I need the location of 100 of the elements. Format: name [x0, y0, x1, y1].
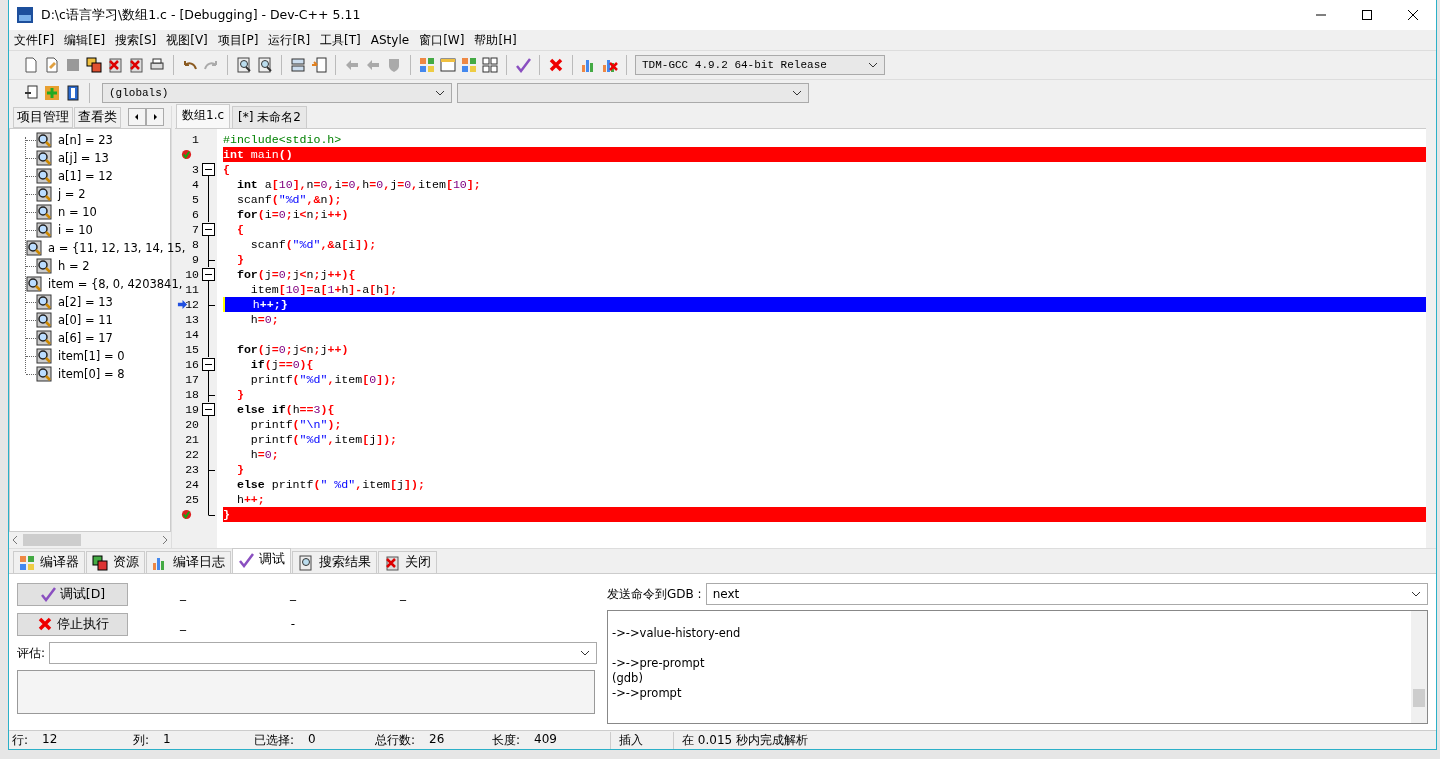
document-x-icon[interactable]: [128, 57, 144, 73]
line-number: 25: [185, 493, 199, 506]
watch-icon: [36, 150, 52, 166]
code-line: else printf(" %d",item[j]);: [235, 478, 425, 491]
menu-item[interactable]: 视图[V]: [166, 31, 208, 49]
compiler-dropdown[interactable]: TDM-GCC 4.9.2 64-bit Release: [635, 55, 885, 75]
panel-tab[interactable]: 调试: [232, 548, 291, 573]
menu-item[interactable]: 工具[T]: [320, 31, 361, 49]
plus-icon[interactable]: [44, 85, 60, 101]
watch-variable[interactable]: n = 10: [58, 205, 97, 219]
panel-tab[interactable]: 查看类: [74, 106, 121, 128]
panel-tab[interactable]: 编译器: [13, 551, 85, 573]
scope-dropdown[interactable]: (globals): [102, 83, 452, 103]
line-number: 14: [185, 328, 199, 341]
document-x-icon: [384, 554, 400, 571]
watch-variable[interactable]: item = {8, 0, 4203841,: [48, 277, 183, 291]
line-number: 3: [192, 163, 199, 176]
menu-item[interactable]: 搜索[S]: [115, 31, 157, 49]
grid-icon[interactable]: [482, 57, 498, 73]
split-icon[interactable]: [311, 57, 327, 73]
menu-item[interactable]: 帮助[H]: [474, 31, 517, 49]
menu-item[interactable]: 编辑[E]: [64, 31, 106, 49]
collapse-icon[interactable]: [202, 402, 215, 417]
gdb-command-label: 发送命令到GDB :: [607, 585, 702, 603]
panel-tab[interactable]: 资源: [86, 551, 145, 573]
panel-tab[interactable]: 关闭: [378, 551, 437, 573]
watch-icon: [36, 366, 52, 382]
menu-item[interactable]: 文件[F]: [14, 31, 55, 49]
line-number: 9: [192, 253, 199, 266]
document-x-icon[interactable]: [107, 57, 123, 73]
watch-variable[interactable]: h = 2: [58, 259, 90, 273]
windows-icon[interactable]: [86, 57, 102, 73]
magnifier-icon[interactable]: [257, 57, 273, 73]
debug-button[interactable]: 调试[D]: [17, 582, 128, 606]
editor-tab[interactable]: 数组1.c: [176, 104, 231, 128]
book-icon[interactable]: [65, 85, 81, 101]
menu-item[interactable]: AStyle: [370, 33, 410, 47]
close-icon[interactable]: [1408, 10, 1418, 20]
code-line: printf("%d",item[j]);: [249, 433, 398, 446]
breakpoint-icon[interactable]: [181, 509, 192, 520]
magnifier-icon[interactable]: [236, 57, 252, 73]
code-line: }: [235, 253, 244, 266]
menu-item[interactable]: 项目[P]: [217, 31, 259, 49]
panel-tab[interactable]: 项目管理: [13, 106, 73, 128]
watch-icon: [36, 312, 52, 328]
stop-button[interactable]: 停止执行: [17, 612, 128, 636]
watch-variable[interactable]: a[0] = 11: [58, 313, 113, 327]
status-text: 插入: [610, 731, 673, 749]
status-value: 12: [42, 731, 58, 748]
editor-tab[interactable]: [*] 未命名2: [232, 106, 307, 128]
watch-icon: [26, 276, 42, 292]
check-icon[interactable]: [515, 57, 531, 73]
status-label: 长度:: [492, 731, 521, 749]
scroll-right-icon[interactable]: [146, 108, 164, 126]
collapse-icon[interactable]: [202, 357, 215, 372]
menu-item[interactable]: 运行[R]: [268, 31, 311, 49]
watch-variable[interactable]: a[6] = 17: [58, 331, 113, 345]
maximize-icon[interactable]: [1362, 10, 1372, 20]
page-icon[interactable]: [23, 85, 39, 101]
collapse-icon[interactable]: [202, 162, 215, 177]
watch-variable[interactable]: a[1] = 12: [58, 169, 113, 183]
empty-label: -: [289, 617, 297, 631]
watch-variable[interactable]: item[1] = 0: [58, 349, 125, 363]
windows-icon: [92, 554, 108, 571]
collapse-icon[interactable]: [202, 222, 215, 237]
line-number: 15: [185, 343, 199, 356]
magnifier-icon: [298, 554, 314, 571]
watch-icon: [36, 294, 52, 310]
evaluate-field[interactable]: [49, 642, 597, 664]
gdb-command-field[interactable]: next: [705, 583, 1428, 605]
watch-icon: [36, 222, 52, 238]
window-title: D:\c语言学习\数组1.c - [Debugging] - Dev-C++ 5.11: [41, 6, 362, 24]
collapse-icon[interactable]: [202, 267, 215, 282]
grid-icon[interactable]: [419, 57, 435, 73]
watch-variable[interactable]: a[n] = 23: [58, 133, 113, 147]
line-number: 10: [185, 268, 199, 281]
watch-variable[interactable]: item[0] = 8: [58, 367, 125, 381]
watch-variable[interactable]: j = 2: [58, 187, 86, 201]
watch-variable[interactable]: i = 10: [58, 223, 93, 237]
panel-tab[interactable]: 编译日志: [146, 551, 231, 573]
breakpoint-icon[interactable]: [181, 149, 192, 160]
cross-icon[interactable]: [548, 57, 564, 73]
window-icon[interactable]: [440, 57, 456, 73]
chart-icon[interactable]: [602, 57, 618, 73]
watch-variable[interactable]: a[2] = 13: [58, 295, 113, 309]
printer-icon[interactable]: [149, 57, 165, 73]
watch-variable[interactable]: a = {11, 12, 13, 14, 15,: [48, 241, 186, 255]
scroll-left-icon[interactable]: [128, 108, 146, 126]
code-line: h=0;: [249, 313, 279, 326]
watch-icon: [36, 204, 52, 220]
vertical-scrollbar[interactable]: [1411, 611, 1427, 723]
app-icon: [17, 7, 33, 23]
bars-icon[interactable]: [290, 57, 306, 73]
status-label: 行:: [12, 731, 29, 749]
grid-icon[interactable]: [461, 57, 477, 73]
status-value: 1: [163, 731, 171, 748]
watch-variable[interactable]: a[j] = 13: [58, 151, 109, 165]
watch-icon: [36, 258, 52, 274]
panel-tab[interactable]: 搜索结果: [292, 551, 377, 573]
menu-item[interactable]: 窗口[W]: [419, 31, 465, 49]
